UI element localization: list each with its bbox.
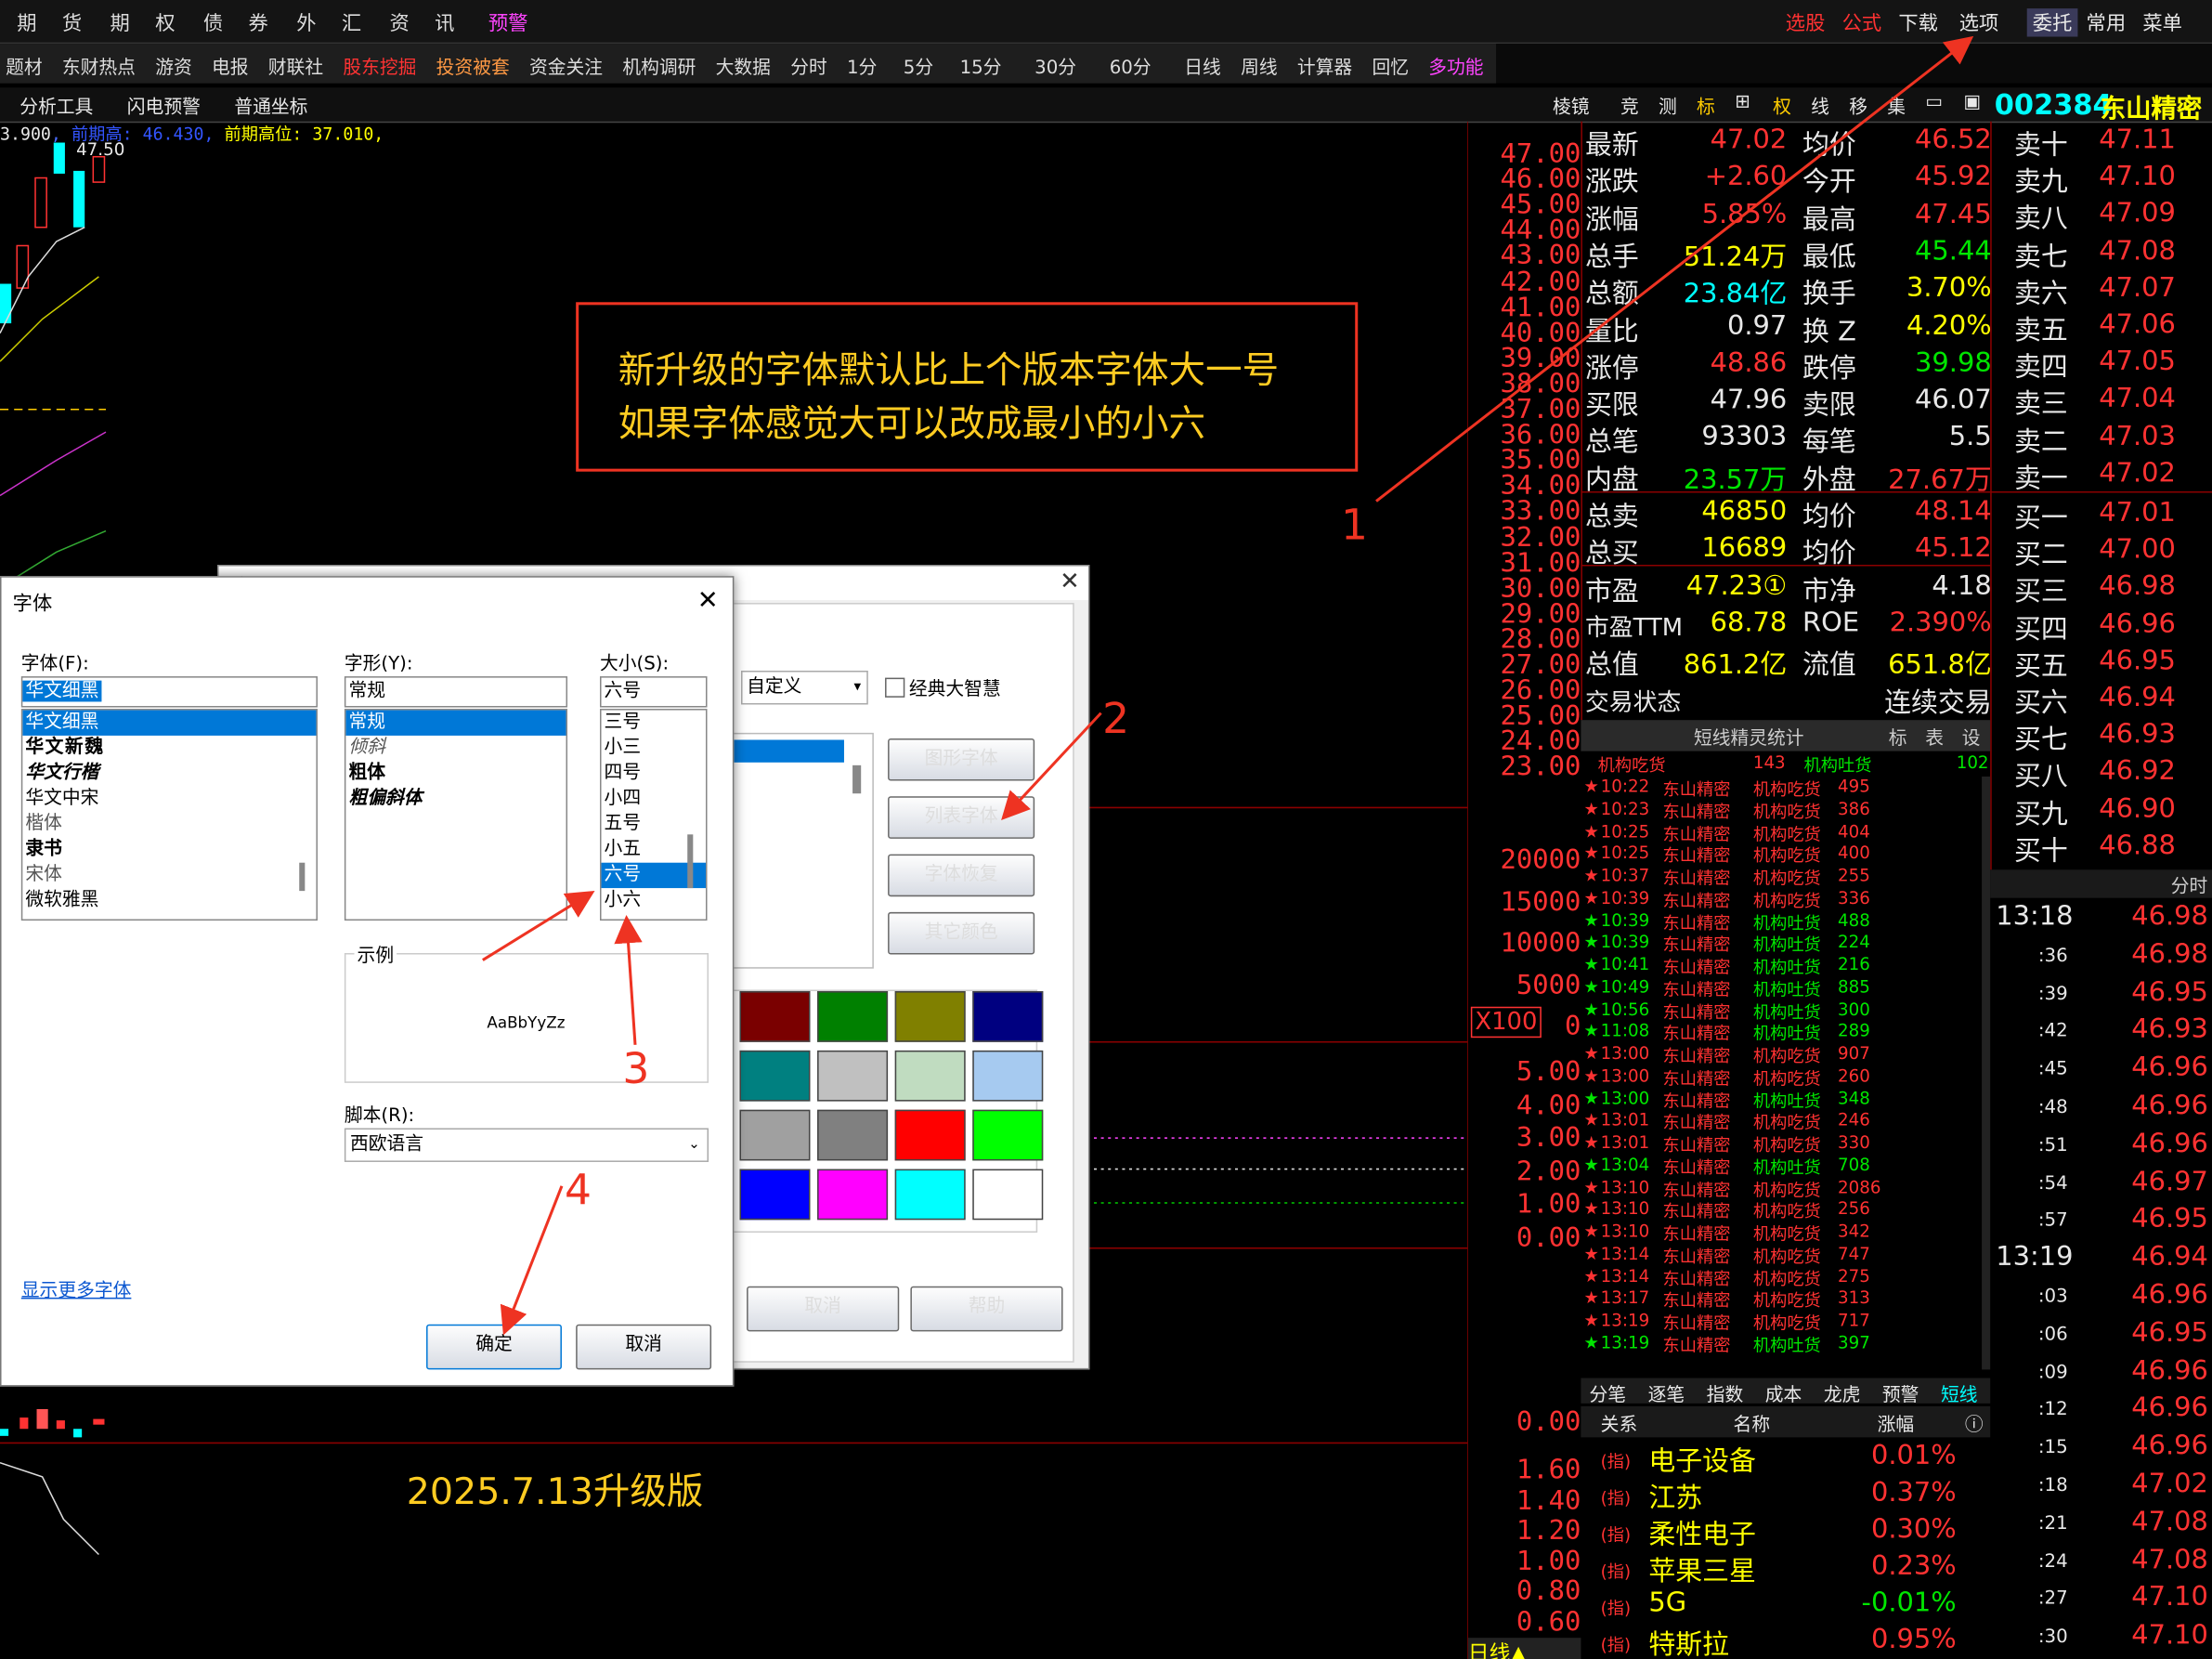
annotation-number: 2 — [1102, 694, 1130, 745]
annotation-number: 3 — [622, 1044, 650, 1094]
annotation-number: 4 — [565, 1166, 592, 1216]
annotation-arrows — [482, 35, 1974, 1336]
annotation-number: 1 — [1341, 501, 1369, 551]
app-root: 期货期权债券外汇资讯预警 选股 公式 下载 选项 委托 常用 菜单 题材 东财热点 游资 电报 财联社… — [0, 0, 2212, 1659]
